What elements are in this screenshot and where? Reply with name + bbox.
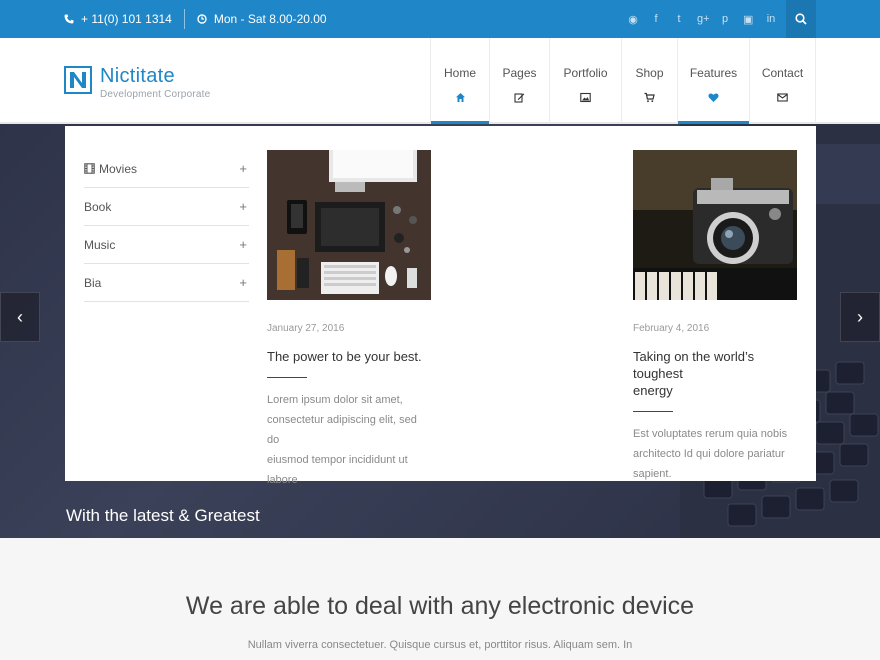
vintage-camera-image[interactable] (633, 150, 797, 300)
category-item-bia[interactable]: Bia + (84, 264, 249, 302)
nav-label: Features (689, 66, 738, 80)
category-item-book[interactable]: Book + (84, 188, 249, 226)
post-title[interactable]: Taking on the world’s toughest energy (633, 348, 797, 399)
top-bar: + 11(0) 101 1314 Mon - Sat 8.00-20.00 ◉ … (0, 0, 880, 38)
desk-workspace-image[interactable] (267, 150, 431, 300)
post-title[interactable]: The power to be your best. (267, 348, 431, 365)
post-card: January 27, 2016 The power to be your be… (267, 150, 431, 490)
title-line: Taking on the world’s toughest (633, 349, 755, 381)
nav-label: Contact (761, 66, 804, 80)
excerpt-line: Lorem ipsum dolor sit amet, (267, 394, 403, 406)
nav-item-portfolio[interactable]: Portfolio (549, 38, 621, 124)
hero-caption: With the latest & Greatest (66, 506, 260, 525)
contact-info: + 11(0) 101 1314 Mon - Sat 8.00-20.00 (64, 0, 327, 38)
business-hours: Mon - Sat 8.00-20.00 (213, 12, 327, 26)
category-label: Book (84, 199, 112, 214)
post-date: January 27, 2016 (267, 323, 345, 334)
nav-item-features[interactable]: Features (677, 38, 749, 124)
nav-label: Pages (502, 66, 537, 80)
nav-item-pages[interactable]: Pages (489, 38, 549, 124)
section-text: Nullam viverra consectetuer. Quisque cur… (247, 639, 633, 651)
category-label: Movies (99, 161, 138, 176)
rss-icon[interactable]: ◉ (628, 13, 638, 26)
nav-item-home[interactable]: Home (430, 38, 489, 124)
excerpt-line: sapient. (633, 468, 672, 480)
film-icon (84, 163, 95, 174)
main-nav: Home Pages Portfolio Shop Features Conta… (430, 38, 816, 124)
title-line: energy (633, 383, 673, 398)
plus-icon[interactable]: + (239, 199, 249, 214)
title-divider (633, 411, 673, 412)
edit-icon (514, 93, 525, 103)
nav-item-contact[interactable]: Contact (749, 38, 816, 124)
home-icon (455, 93, 465, 102)
excerpt-line: architecto Id qui dolore pariatur (633, 448, 785, 460)
slider-prev-button[interactable]: ‹ (0, 292, 40, 342)
category-label: Bia (84, 275, 102, 290)
category-list: Movies + Book + Music + Bia + (84, 150, 249, 302)
plus-icon[interactable]: + (239, 161, 249, 176)
category-item-movies[interactable]: Movies + (84, 150, 249, 188)
instagram-icon[interactable]: ▣ (743, 13, 753, 26)
logo-tagline: Development Corporate (100, 89, 211, 100)
post-excerpt: Est voluptates rerum quia nobis architec… (633, 424, 797, 484)
contact-divider (183, 9, 185, 29)
pinterest-icon[interactable]: p (720, 13, 730, 25)
image-icon (580, 92, 591, 103)
title-divider (267, 377, 307, 378)
cart-icon (644, 92, 655, 103)
envelope-icon (777, 93, 788, 102)
logo-mark-icon (64, 66, 92, 94)
google-plus-icon[interactable]: g+ (697, 13, 710, 25)
twitter-icon[interactable]: t (674, 13, 684, 25)
phone-icon (64, 14, 74, 24)
excerpt-line: Est voluptates rerum quia nobis (633, 428, 788, 440)
post-excerpt: Lorem ipsum dolor sit amet, consectetur … (267, 390, 431, 490)
site-header: Nictitate Development Corporate Home Pag… (0, 38, 880, 124)
intro-section: We are able to deal with any electronic … (0, 538, 880, 660)
nav-label: Shop (635, 66, 664, 80)
chevron-left-icon: ‹ (17, 306, 23, 327)
nav-item-shop[interactable]: Shop (621, 38, 677, 124)
facebook-icon[interactable]: f (651, 13, 661, 25)
search-button[interactable] (786, 0, 816, 38)
nav-label: Portfolio (563, 66, 608, 80)
clock-icon (197, 14, 207, 24)
phone-number: + 11(0) 101 1314 (81, 12, 172, 26)
linkedin-icon[interactable]: in (766, 13, 776, 25)
category-label: Music (84, 237, 116, 252)
excerpt-line: eiusmod tempor incididunt ut labore (267, 454, 408, 486)
features-mega-menu: Movies + Book + Music + Bia + January 27… (65, 126, 816, 486)
slider-next-button[interactable]: › (840, 292, 880, 342)
chevron-right-icon: › (857, 306, 863, 327)
post-card: February 4, 2016 Taking on the world’s t… (633, 150, 797, 484)
plus-icon[interactable]: + (239, 275, 249, 290)
logo-name: Nictitate (100, 65, 175, 87)
section-heading: We are able to deal with any electronic … (185, 592, 695, 620)
search-icon (795, 13, 807, 25)
excerpt-line: consectetur adipiscing elit, sed do (267, 414, 417, 446)
nav-label: Home (443, 66, 476, 80)
plus-icon[interactable]: + (239, 237, 249, 252)
post-date: February 4, 2016 (633, 323, 710, 334)
social-links: ◉ f t g+ p ▣ in (628, 0, 776, 38)
category-item-music[interactable]: Music + (84, 226, 249, 264)
heart-icon (708, 93, 719, 102)
site-logo[interactable]: Nictitate Development Corporate (64, 66, 210, 100)
